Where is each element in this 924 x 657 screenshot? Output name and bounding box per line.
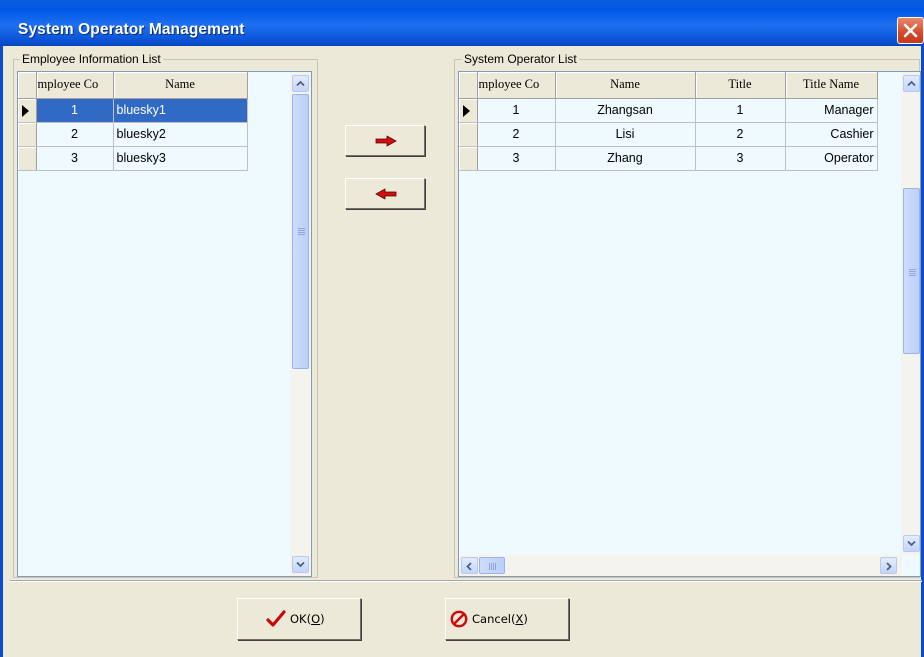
row-indicator[interactable] (459, 98, 478, 123)
column-header-name[interactable]: Name (113, 72, 248, 99)
employee-name-cell[interactable]: bluesky1 (113, 98, 248, 123)
operator-name-cell[interactable]: Zhangsan (555, 98, 696, 123)
column-header-title-name[interactable]: Title Name (785, 72, 878, 99)
column-header-employee-code[interactable]: mployee Co (477, 72, 556, 99)
window-frame-left (0, 46, 3, 657)
footer-separator (10, 580, 922, 582)
chevron-right-icon (886, 562, 892, 571)
close-icon (903, 23, 918, 38)
cancel-button-label: Cancel(X) (472, 612, 528, 626)
row-indicator-header (18, 72, 37, 99)
employee-group-label: Employee Information List (20, 52, 163, 66)
column-header-employee-code[interactable]: mployee Co (36, 72, 114, 99)
move-left-button[interactable] (345, 178, 425, 209)
current-row-pointer-icon (22, 104, 29, 117)
horizontal-scroll-thumb[interactable] (479, 557, 505, 574)
employee-name-cell[interactable]: bluesky2 (113, 122, 248, 147)
operator-title-name-cell[interactable]: Cashier (785, 122, 878, 147)
employee-grid[interactable]: mployee Co Name 1 bluesky1 2 bluesky2 3 … (17, 71, 312, 577)
employee-grid-header: mployee Co Name (18, 72, 248, 99)
chevron-down-icon (296, 561, 305, 568)
chevron-left-icon (466, 562, 472, 571)
employee-code-cell[interactable]: 1 (36, 98, 114, 123)
column-header-name[interactable]: Name (555, 72, 696, 99)
row-indicator-header (459, 72, 478, 99)
red-arrow-right-icon (375, 135, 397, 147)
column-header-title[interactable]: Title (695, 72, 786, 99)
table-row[interactable]: 1 bluesky1 (18, 98, 248, 123)
red-checkmark-icon (266, 610, 286, 627)
employee-vertical-scrollbar[interactable] (290, 72, 311, 576)
operator-grid-header: mployee Co Name Title Title Name (459, 72, 878, 99)
operator-title-cell[interactable]: 2 (695, 122, 786, 147)
operator-name-cell[interactable]: Lisi (555, 122, 696, 147)
scroll-up-button[interactable] (292, 75, 309, 92)
employee-name-cell[interactable]: bluesky3 (113, 146, 248, 171)
row-indicator[interactable] (459, 122, 478, 147)
row-indicator[interactable] (18, 122, 37, 147)
row-indicator[interactable] (18, 98, 37, 123)
operator-horizontal-scrollbar[interactable] (459, 555, 902, 576)
chevron-up-icon (907, 80, 916, 87)
red-arrow-left-icon (375, 188, 397, 200)
operator-title-name-cell[interactable]: Operator (785, 146, 878, 171)
chevron-down-icon (907, 540, 916, 547)
red-no-entry-icon (450, 610, 468, 628)
chevron-up-icon (296, 80, 305, 87)
operator-code-cell[interactable]: 2 (477, 122, 556, 147)
employee-code-cell[interactable]: 3 (36, 146, 114, 171)
operator-management-dialog: System Operator Management Employee Info… (0, 0, 924, 657)
operator-title-cell[interactable]: 3 (695, 146, 786, 171)
table-row[interactable]: 2 bluesky2 (18, 122, 248, 147)
operator-code-cell[interactable]: 1 (477, 98, 556, 123)
operator-group-label: System Operator List (462, 52, 579, 66)
scroll-down-button[interactable] (292, 556, 309, 573)
table-row[interactable]: 2 Lisi 2 Cashier (459, 122, 878, 147)
operator-title-cell[interactable]: 1 (695, 98, 786, 123)
close-button[interactable] (897, 17, 924, 44)
scroll-down-button[interactable] (903, 535, 920, 552)
ok-button[interactable]: OK(O) (237, 598, 361, 640)
table-row[interactable]: 3 bluesky3 (18, 146, 248, 171)
move-right-button[interactable] (345, 125, 425, 156)
operator-code-cell[interactable]: 3 (477, 146, 556, 171)
operator-name-cell[interactable]: Zhang (555, 146, 696, 171)
scroll-right-button[interactable] (880, 557, 897, 574)
row-indicator[interactable] (459, 146, 478, 171)
table-row[interactable]: 1 Zhangsan 1 Manager (459, 98, 878, 123)
ok-button-label: OK(O) (290, 612, 325, 626)
scroll-up-button[interactable] (903, 75, 920, 92)
operator-grid[interactable]: mployee Co Name Title Title Name 1 Zhang… (458, 71, 921, 577)
cancel-button[interactable]: Cancel(X) (445, 598, 569, 640)
scroll-left-button[interactable] (461, 557, 478, 574)
operator-vertical-scrollbar[interactable] (901, 72, 920, 555)
row-indicator[interactable] (18, 146, 37, 171)
scroll-thumb[interactable] (292, 94, 309, 369)
operator-title-name-cell[interactable]: Manager (785, 98, 878, 123)
table-row[interactable]: 3 Zhang 3 Operator (459, 146, 878, 171)
current-row-pointer-icon (463, 104, 470, 117)
employee-code-cell[interactable]: 2 (36, 122, 114, 147)
scroll-thumb[interactable] (903, 188, 920, 354)
window-title: System Operator Management (18, 21, 245, 38)
title-bar[interactable]: System Operator Management (0, 0, 924, 46)
